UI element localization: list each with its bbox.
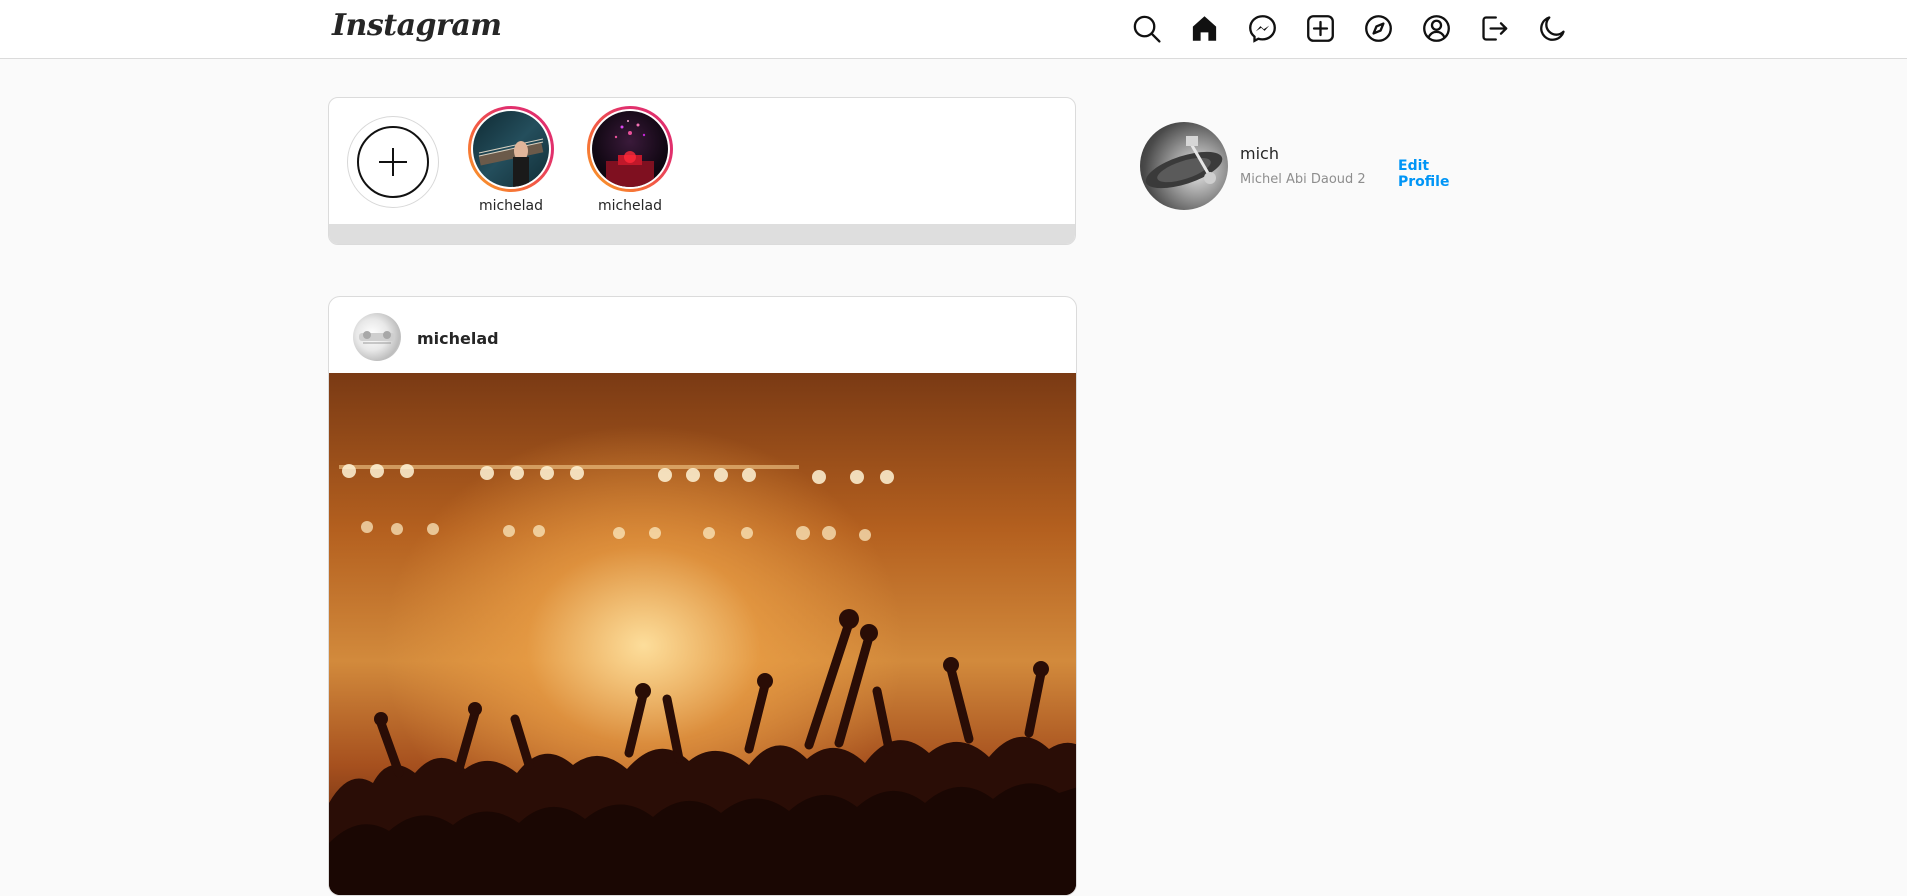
explore-icon[interactable] (1360, 10, 1396, 46)
top-nav-bar: Instagram (0, 0, 1907, 59)
profile-icon[interactable] (1418, 10, 1454, 46)
plus-icon (379, 148, 407, 176)
profile-username[interactable]: mich (1240, 144, 1279, 163)
story-item[interactable]: michelad (466, 106, 556, 214)
logout-icon[interactable] (1476, 10, 1512, 46)
post-author-username[interactable]: michelad (417, 329, 499, 348)
stories-scrollbar[interactable] (329, 224, 1075, 244)
story-username: michelad (597, 198, 663, 214)
post-card: michelad (328, 296, 1077, 896)
messenger-icon[interactable] (1244, 10, 1280, 46)
story-item[interactable]: michelad (585, 106, 675, 214)
search-icon[interactable] (1128, 10, 1164, 46)
story-avatar (473, 111, 549, 187)
home-icon[interactable] (1186, 10, 1222, 46)
profile-summary: mich Michel Abi Daoud 2 Edit Profile (1140, 122, 1480, 212)
dark-mode-icon[interactable] (1534, 10, 1570, 46)
edit-profile-link[interactable]: Edit Profile (1398, 158, 1480, 190)
post-header: michelad (329, 297, 1076, 373)
post-image[interactable] (329, 373, 1076, 895)
new-post-icon[interactable] (1302, 10, 1338, 46)
stories-bar: michelad michelad (328, 97, 1076, 245)
story-username: michelad (478, 198, 544, 214)
profile-full-name: Michel Abi Daoud 2 (1240, 172, 1366, 187)
instagram-logo[interactable]: Instagram (332, 8, 502, 43)
add-story-button[interactable] (347, 116, 439, 208)
post-author-avatar[interactable] (353, 313, 401, 361)
profile-avatar[interactable] (1140, 122, 1228, 210)
story-avatar (592, 111, 668, 187)
